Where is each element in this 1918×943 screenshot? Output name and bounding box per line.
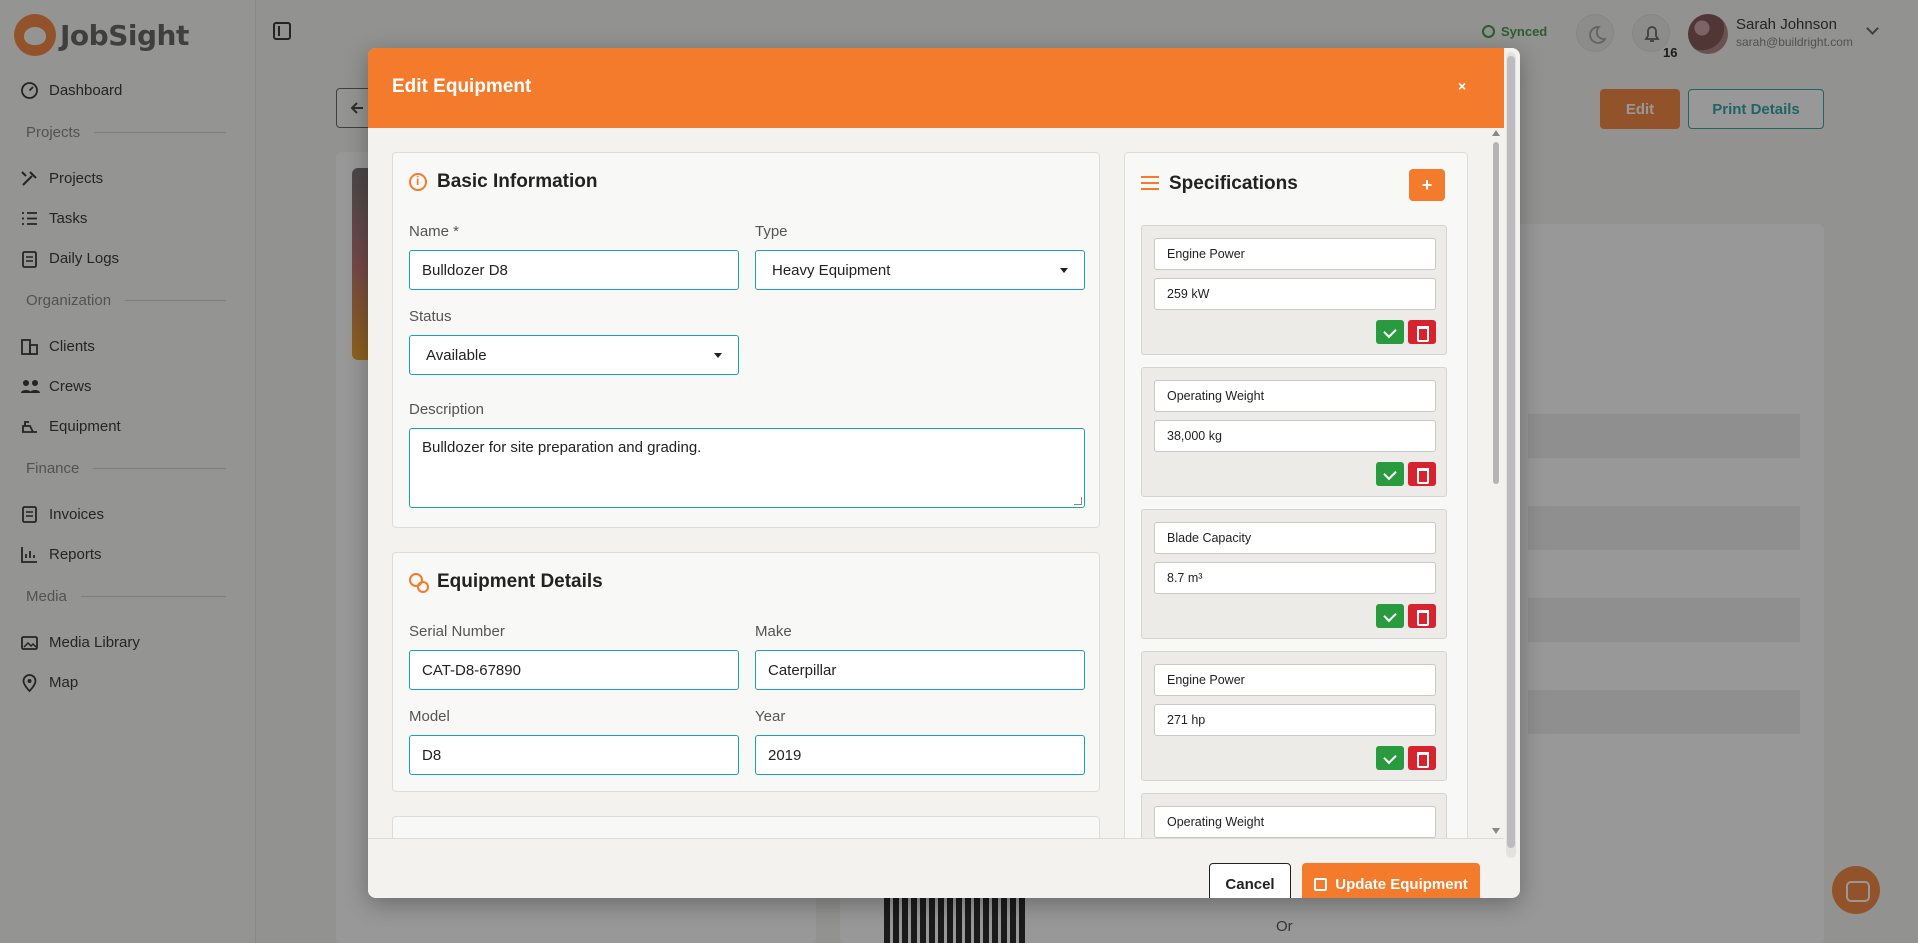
name-label: Name *	[409, 223, 460, 240]
cancel-label: Cancel	[1225, 875, 1275, 893]
status-label: Status	[409, 308, 452, 325]
spec-value-field[interactable]: 271 hp	[1154, 704, 1436, 736]
spec-name: Engine Power	[1167, 673, 1245, 687]
year-value: 2019	[768, 746, 802, 764]
make-field[interactable]: Caterpillar	[755, 650, 1085, 690]
description-label: Description	[409, 401, 485, 418]
modal-header: Edit Equipment ×	[368, 48, 1504, 128]
modal-scrollbar[interactable]	[1506, 52, 1516, 858]
trash-icon[interactable]	[1408, 604, 1436, 628]
update-label: Update Equipment	[1335, 875, 1468, 893]
spec-value: 259 kW	[1167, 287, 1210, 301]
check-icon[interactable]	[1376, 746, 1404, 770]
scroll-up-icon[interactable]	[1492, 130, 1500, 136]
equipment-details-section: Equipment Details Serial Number CAT-D8-6…	[392, 552, 1100, 792]
list-icon	[1141, 175, 1159, 193]
info-icon	[409, 173, 427, 191]
specification-item: Operating Weight 38,000 kg	[1141, 367, 1447, 497]
update-equipment-button[interactable]: Update Equipment	[1302, 863, 1480, 898]
spec-name-field[interactable]: Operating Weight	[1154, 380, 1436, 412]
spec-name: Operating Weight	[1167, 389, 1265, 403]
spec-name: Engine Power	[1167, 247, 1245, 261]
type-label: Type	[755, 223, 788, 240]
modal-body: Basic Information Name * Bulldozer D8 Ty…	[368, 128, 1504, 838]
spec-name: Blade Capacity	[1167, 531, 1252, 545]
save-icon	[1314, 877, 1328, 891]
check-icon[interactable]	[1376, 462, 1404, 486]
trash-icon[interactable]	[1408, 746, 1436, 770]
make-value: Caterpillar	[768, 661, 837, 679]
plus-icon: +	[1421, 174, 1433, 195]
spec-value-field[interactable]: 259 kW	[1154, 278, 1436, 310]
additional-section	[392, 816, 1100, 838]
trash-icon[interactable]	[1408, 320, 1436, 344]
section-title: Specifications	[1141, 173, 1298, 195]
modal-footer: Cancel Update Equipment	[368, 838, 1504, 898]
specification-item: Engine Power 259 kW	[1141, 225, 1447, 355]
spec-value-field[interactable]: 8.7 m³	[1154, 562, 1436, 594]
scroll-down-icon[interactable]	[1492, 828, 1500, 834]
description-textarea[interactable]: Bulldozer for site preparation and gradi…	[409, 428, 1085, 508]
model-label: Model	[409, 708, 450, 725]
caret-down-icon	[1060, 268, 1068, 273]
spec-value: 38,000 kg	[1167, 429, 1222, 443]
spec-name-field[interactable]: Engine Power	[1154, 664, 1436, 696]
specification-item: Engine Power 271 hp	[1141, 651, 1447, 781]
scrollbar-thumb[interactable]	[1507, 56, 1515, 848]
cancel-button[interactable]: Cancel	[1209, 863, 1291, 898]
model-field[interactable]: D8	[409, 735, 739, 775]
edit-equipment-modal: Edit Equipment × Basic Information Name …	[368, 48, 1520, 898]
caret-down-icon	[714, 353, 722, 358]
year-field[interactable]: 2019	[755, 735, 1085, 775]
spec-name-field[interactable]: Blade Capacity	[1154, 522, 1436, 554]
section-title: Equipment Details	[409, 571, 603, 593]
spec-name-field[interactable]: Operating Weight	[1154, 806, 1436, 838]
basic-information-section: Basic Information Name * Bulldozer D8 Ty…	[392, 152, 1100, 528]
year-label: Year	[755, 708, 786, 725]
section-title: Basic Information	[409, 171, 597, 193]
serial-number-value: CAT-D8-67890	[422, 661, 521, 679]
type-select[interactable]: Heavy Equipment	[755, 250, 1085, 290]
equipment-details-title: Equipment Details	[437, 571, 603, 592]
specification-item: Operating Weight	[1141, 793, 1447, 838]
name-field[interactable]: Bulldozer D8	[409, 250, 739, 290]
specifications-title: Specifications	[1169, 173, 1298, 194]
body-scrollbar[interactable]	[1492, 130, 1500, 834]
scrollbar-thumb[interactable]	[1493, 142, 1499, 484]
description-value: Bulldozer for site preparation and gradi…	[422, 439, 702, 456]
make-label: Make	[755, 623, 792, 640]
specification-item: Blade Capacity 8.7 m³	[1141, 509, 1447, 639]
trash-icon[interactable]	[1408, 462, 1436, 486]
close-icon[interactable]: ×	[1458, 78, 1466, 94]
serial-number-field[interactable]: CAT-D8-67890	[409, 650, 739, 690]
modal-title: Edit Equipment	[392, 76, 532, 97]
spec-value: 8.7 m³	[1167, 571, 1203, 585]
check-icon[interactable]	[1376, 320, 1404, 344]
basic-information-title: Basic Information	[437, 171, 598, 192]
specifications-panel: Specifications + Engine Power 259 kW Ope…	[1124, 152, 1468, 838]
name-value: Bulldozer D8	[422, 261, 508, 279]
spec-value-field[interactable]: 38,000 kg	[1154, 420, 1436, 452]
model-value: D8	[422, 746, 442, 764]
type-value: Heavy Equipment	[772, 261, 891, 279]
gears-icon	[409, 573, 429, 593]
status-value: Available	[426, 346, 487, 364]
spec-name: Operating Weight	[1167, 815, 1265, 829]
add-specification-button[interactable]: +	[1409, 169, 1445, 201]
spec-name-field[interactable]: Engine Power	[1154, 238, 1436, 270]
check-icon[interactable]	[1376, 604, 1404, 628]
spec-value: 271 hp	[1167, 713, 1206, 727]
serial-number-label: Serial Number	[409, 623, 505, 640]
status-select[interactable]: Available	[409, 335, 739, 375]
